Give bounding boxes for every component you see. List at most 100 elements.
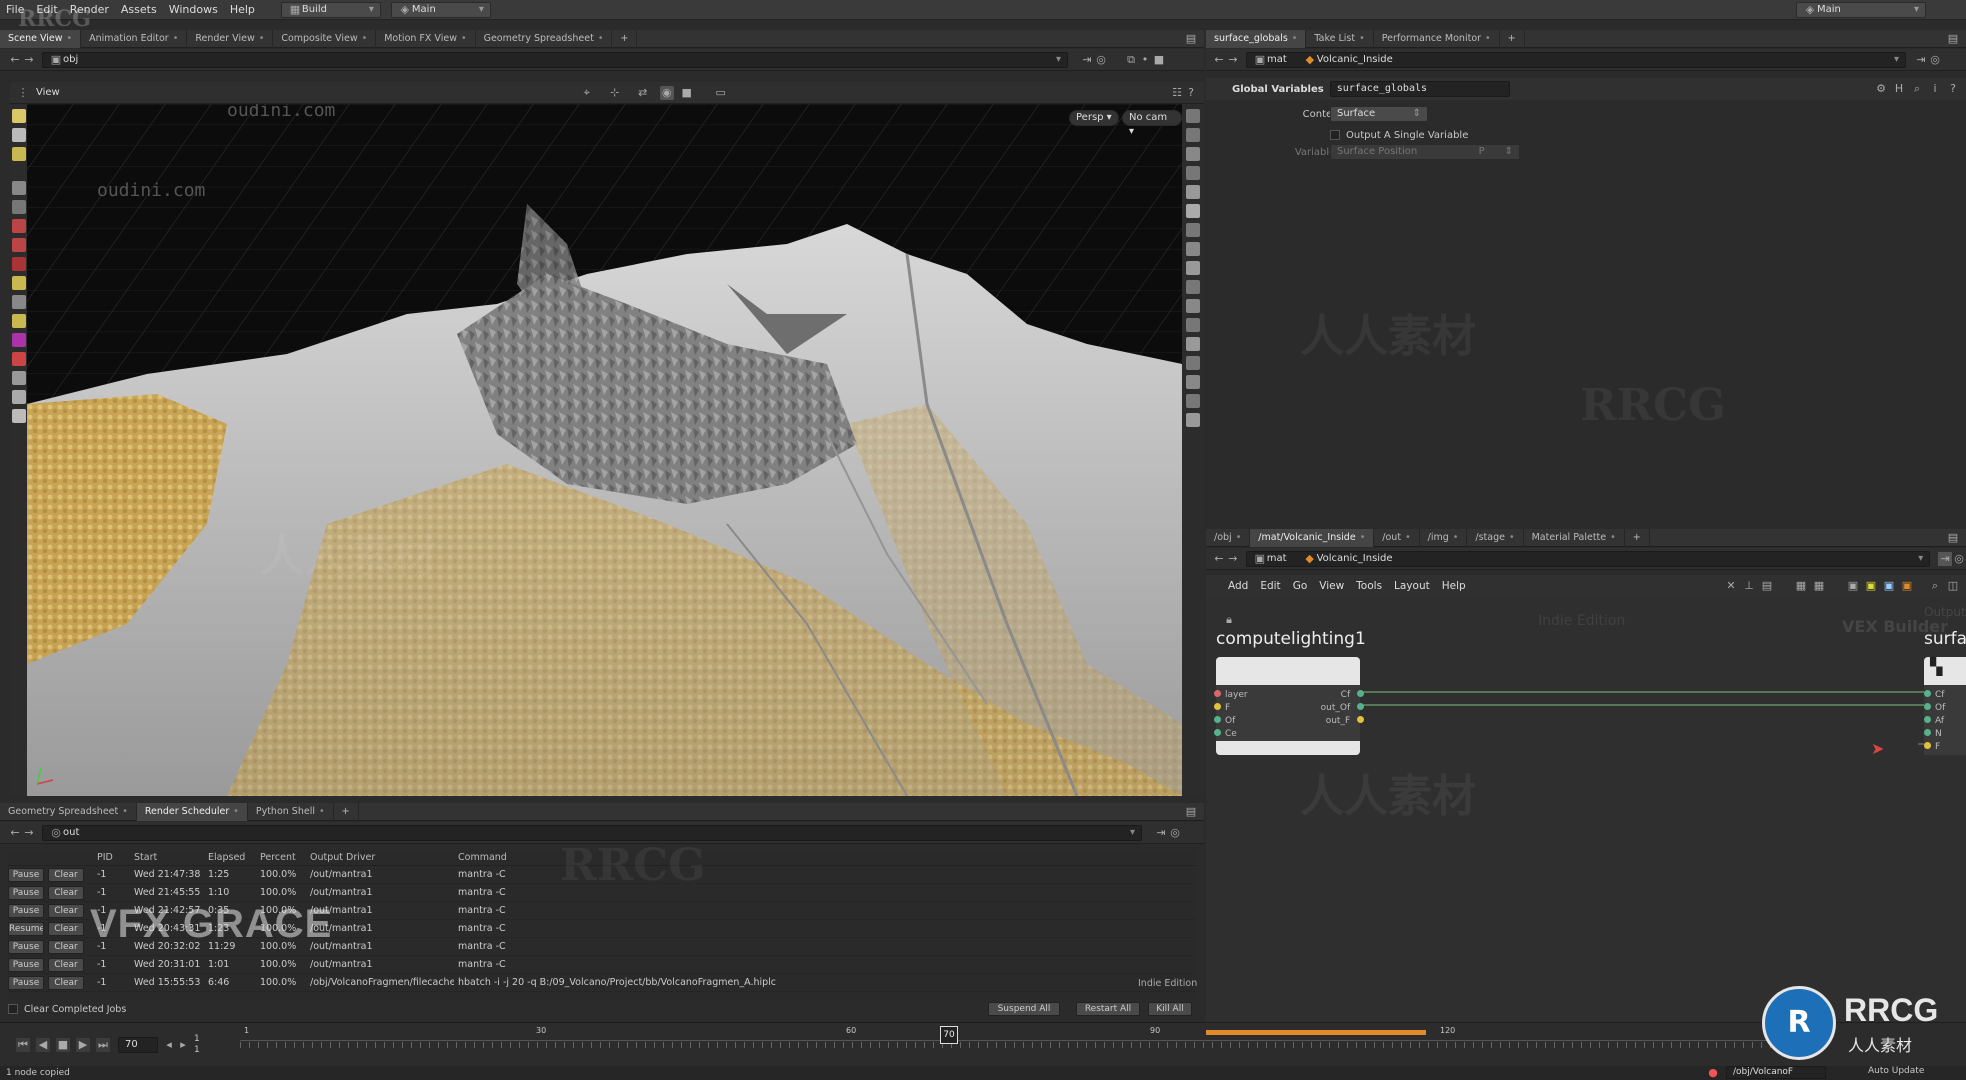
display-option-icon[interactable]	[1186, 280, 1200, 294]
forward-arrow-icon[interactable]: →	[22, 826, 36, 840]
tile-view-icon[interactable]: ▦	[1812, 579, 1826, 593]
input-port-af[interactable]: Af	[1924, 715, 1966, 728]
network-icon[interactable]: ⧉	[1124, 53, 1138, 67]
jump-end-icon[interactable]: ⏭	[96, 1037, 110, 1052]
add-tab-button[interactable]: +	[1500, 29, 1525, 48]
param-path-field[interactable]: ▣ mat ◆ Volcanic_Inside ▾	[1246, 51, 1906, 68]
image-icon[interactable]: ▣	[1846, 579, 1860, 593]
scale-icon[interactable]	[11, 314, 26, 328]
tab-material-palette[interactable]: Material Palette •	[1524, 528, 1625, 547]
restart-all-button[interactable]: Restart All	[1076, 1002, 1140, 1016]
record-icon[interactable]: ●	[1706, 1066, 1720, 1080]
scene-path-field[interactable]: ▣ obj ▾	[42, 51, 1068, 68]
clear-job-button[interactable]: Clear	[48, 940, 84, 954]
clear-job-button[interactable]: Clear	[48, 958, 84, 972]
camera-icon[interactable]	[11, 390, 26, 404]
pause-resume-button[interactable]: Pause	[8, 868, 44, 882]
menu-layout[interactable]: Layout	[1394, 580, 1430, 592]
edit-icon[interactable]	[11, 333, 26, 347]
camera-menu[interactable]: No cam ▾	[1122, 110, 1182, 137]
brush-icon[interactable]	[11, 219, 26, 233]
gear-icon[interactable]: ⚙	[1874, 82, 1888, 96]
menu-edit[interactable]: Edit	[1260, 580, 1280, 592]
output-port-cf[interactable]: Cf	[1321, 689, 1364, 702]
menu-file[interactable]: File	[0, 0, 30, 20]
snap-icon[interactable]: ⌖	[580, 86, 594, 100]
pause-resume-button[interactable]: Pause	[8, 976, 44, 990]
display-option-icon[interactable]	[1186, 356, 1200, 370]
tab-out[interactable]: /out •	[1374, 528, 1420, 547]
play-back-icon[interactable]: ◀	[36, 1037, 50, 1052]
tab-stage[interactable]: /stage •	[1467, 528, 1524, 547]
display-option-icon[interactable]	[1186, 318, 1200, 332]
input-port-f[interactable]: F	[1214, 702, 1248, 715]
tab-mat-volcanic-inside[interactable]: /mat/Volcanic_Inside •	[1250, 528, 1375, 547]
pane-menu-icon[interactable]: ▤	[1184, 805, 1198, 819]
output-port-out-f[interactable]: out_F	[1321, 715, 1364, 728]
input-port-layer[interactable]: layer	[1214, 689, 1248, 702]
forward-arrow-icon[interactable]: →	[1226, 552, 1240, 566]
node-computelighting1[interactable]: layer F Of Ce Cf out_Of out_F	[1214, 657, 1364, 755]
back-arrow-icon[interactable]: ←	[8, 53, 22, 67]
clear-job-button[interactable]: Clear	[48, 922, 84, 936]
info-icon[interactable]: i	[1928, 82, 1942, 96]
stop-icon[interactable]: ■	[56, 1037, 70, 1052]
select-icon[interactable]	[11, 109, 26, 123]
input-port-ce[interactable]: Ce	[1214, 728, 1248, 741]
display-option-icon[interactable]	[1186, 166, 1200, 180]
tab-render-view[interactable]: Render View •	[187, 29, 274, 48]
back-arrow-icon[interactable]: ←	[1212, 53, 1226, 67]
list-icon[interactable]: ▤	[1760, 579, 1774, 593]
input-port-f[interactable]: F	[1924, 741, 1966, 754]
display-mode-icon[interactable]: ◉	[659, 85, 674, 100]
table-row[interactable]: Pause Clear -1 Wed 21:45:55 1:10 100.0% /out/m…	[8, 884, 1196, 902]
scheduler-path-field[interactable]: ◎ out ▾	[42, 824, 1142, 841]
menu-go[interactable]: Go	[1293, 580, 1308, 592]
table-row[interactable]: Pause Clear -1 Wed 21:47:38 1:25 100.0% /out/m…	[8, 866, 1196, 884]
sticky-note-icon[interactable]: ▣	[1864, 579, 1878, 593]
tab-img[interactable]: /img •	[1420, 528, 1468, 547]
path-segment-mat[interactable]: mat	[1267, 53, 1287, 67]
right-context-selector[interactable]: ◈ Main ▾	[1796, 2, 1926, 18]
persp-menu[interactable]: Persp ▾	[1069, 110, 1119, 126]
input-port-cf[interactable]: Cf	[1924, 689, 1966, 702]
hda-icon[interactable]: H	[1892, 82, 1906, 96]
input-port-n[interactable]: N	[1924, 728, 1966, 741]
add-tab-button[interactable]: +	[1625, 528, 1650, 547]
menu-windows[interactable]: Windows	[163, 0, 224, 20]
tab-obj[interactable]: /obj •	[1206, 528, 1251, 547]
output-port-out-of[interactable]: out_Of	[1321, 702, 1364, 715]
menu-help[interactable]: Help	[224, 0, 261, 20]
pause-resume-button[interactable]: Pause	[8, 886, 44, 900]
stop-icon[interactable]: ■	[680, 86, 694, 100]
magnet-icon[interactable]	[11, 352, 26, 366]
viewport-options-icon[interactable]: ☷	[1170, 86, 1184, 100]
light-icon[interactable]	[1186, 204, 1200, 218]
auto-update-label[interactable]: Auto Update	[1868, 1066, 1924, 1076]
table-row[interactable]: Pause Clear -1 Wed 15:55:53 6:46 100.0% /obj/V…	[8, 974, 1196, 992]
pause-resume-button[interactable]: Pause	[8, 904, 44, 918]
menu-tools[interactable]: Tools	[1356, 580, 1382, 592]
network-box-icon[interactable]: ▣	[1882, 579, 1896, 593]
frame-marker[interactable]: 70	[940, 1026, 958, 1044]
tab-animation-editor[interactable]: Animation Editor •	[81, 29, 188, 48]
link-icon[interactable]: ◎	[1952, 552, 1966, 566]
search-icon[interactable]: ⌕	[1910, 82, 1924, 96]
selection-icon[interactable]: ⊹	[608, 86, 622, 100]
pin-icon[interactable]: ⇥	[1914, 53, 1928, 67]
link-icon[interactable]: ◎	[1928, 53, 1942, 67]
clear-job-button[interactable]: Clear	[48, 886, 84, 900]
status-path[interactable]: /obj/VolcanoF	[1726, 1066, 1826, 1079]
pin-icon[interactable]: ⇥	[1154, 826, 1168, 840]
output-single-checkbox[interactable]	[1330, 130, 1340, 140]
display-option-icon[interactable]	[1186, 394, 1200, 408]
tab-geometry-spreadsheet[interactable]: Geometry Spreadsheet •	[0, 802, 137, 821]
add-tab-button[interactable]: +	[612, 29, 638, 48]
maximize-icon[interactable]: ■	[1152, 53, 1166, 67]
context-selector[interactable]: ◈ Main ▾	[390, 1, 491, 18]
network-editor[interactable]: 🔒︎ Indie Edition VEX Builder Output comp…	[1206, 597, 1966, 1022]
display-option-icon[interactable]	[1186, 337, 1200, 351]
menu-add[interactable]: Add	[1228, 580, 1248, 592]
dot-icon[interactable]: •	[1138, 53, 1152, 67]
path-segment-mat[interactable]: mat	[1267, 552, 1287, 566]
